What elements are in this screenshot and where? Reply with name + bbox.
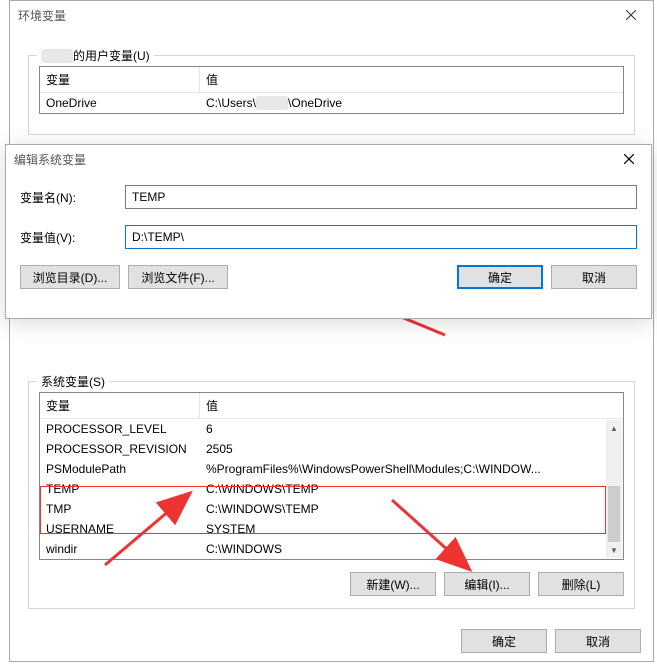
table-row[interactable]: PSModulePath %ProgramFiles%\WindowsPower… <box>40 459 606 479</box>
table-row[interactable]: TEMP C:\WINDOWS\TEMP <box>40 479 606 499</box>
var-value-input[interactable] <box>125 225 637 249</box>
browse-dir-button[interactable]: 浏览目录(D)... <box>20 265 120 289</box>
col-value[interactable]: 值 <box>200 67 623 92</box>
env-window-title: 环境变量 <box>18 7 608 24</box>
scroll-thumb[interactable] <box>608 486 620 542</box>
var-value-label: 变量值(V): <box>20 229 125 246</box>
edit-titlebar: 编辑系统变量 <box>6 145 651 173</box>
browse-file-button[interactable]: 浏览文件(F)... <box>128 265 228 289</box>
user-vars-table[interactable]: 变量 值 OneDrive C:\Users\XXXX\OneDrive <box>39 66 624 114</box>
sys-table-header: 变量 值 <box>40 393 623 419</box>
close-icon <box>626 10 636 20</box>
ok-button[interactable]: 确定 <box>461 629 547 653</box>
user-vars-group: XXXX的用户变量(U) 变量 值 OneDrive C:\Users\XXXX… <box>28 55 635 135</box>
edit-button[interactable]: 编辑(I)... <box>444 572 530 596</box>
system-vars-title: 系统变量(S) <box>37 373 109 390</box>
table-row[interactable]: OneDrive C:\Users\XXXX\OneDrive <box>40 93 623 113</box>
delete-button[interactable]: 删除(L) <box>538 572 624 596</box>
close-button[interactable] <box>606 145 651 173</box>
scroll-down-icon[interactable]: ▼ <box>606 542 622 558</box>
close-button[interactable] <box>608 1 653 29</box>
close-icon <box>624 154 634 164</box>
table-row[interactable]: TMP C:\WINDOWS\TEMP <box>40 499 606 519</box>
new-button[interactable]: 新建(W)... <box>350 572 436 596</box>
system-vars-table[interactable]: 变量 值 PROCESSOR_LEVEL 6 PROCESSOR_REVISIO… <box>39 392 624 560</box>
var-name-label: 变量名(N): <box>20 189 125 206</box>
table-row[interactable]: PROCESSOR_REVISION 2505 <box>40 439 606 459</box>
environment-variables-window: 环境变量 XXXX的用户变量(U) 变量 值 OneDrive C:\Users… <box>9 0 654 662</box>
ok-button[interactable]: 确定 <box>457 265 543 289</box>
table-row[interactable]: PROCESSOR_LEVEL 6 <box>40 419 606 439</box>
cancel-button[interactable]: 取消 <box>555 629 641 653</box>
cancel-button[interactable]: 取消 <box>551 265 637 289</box>
col-value[interactable]: 值 <box>200 393 623 418</box>
table-row[interactable]: USERNAME SYSTEM <box>40 519 606 539</box>
scroll-up-icon[interactable]: ▲ <box>606 420 622 436</box>
env-titlebar: 环境变量 <box>10 1 653 29</box>
col-variable[interactable]: 变量 <box>40 393 200 418</box>
masked-username: XXXX <box>256 96 288 110</box>
user-vars-title: XXXX的用户变量(U) <box>37 47 154 64</box>
masked-username: XXXX <box>41 49 73 63</box>
user-table-header: 变量 值 <box>40 67 623 93</box>
var-name-input[interactable] <box>125 185 637 209</box>
system-vars-group: 系统变量(S) 变量 值 PROCESSOR_LEVEL 6 PROCESSOR… <box>28 381 635 609</box>
scrollbar[interactable]: ▲ ▼ <box>606 420 622 558</box>
edit-window-title: 编辑系统变量 <box>14 151 606 168</box>
col-variable[interactable]: 变量 <box>40 67 200 92</box>
table-row[interactable]: windir C:\WINDOWS <box>40 539 606 559</box>
edit-variable-dialog: 编辑系统变量 变量名(N): 变量值(V): 浏览目录(D)... 浏览文件(F… <box>5 144 652 319</box>
